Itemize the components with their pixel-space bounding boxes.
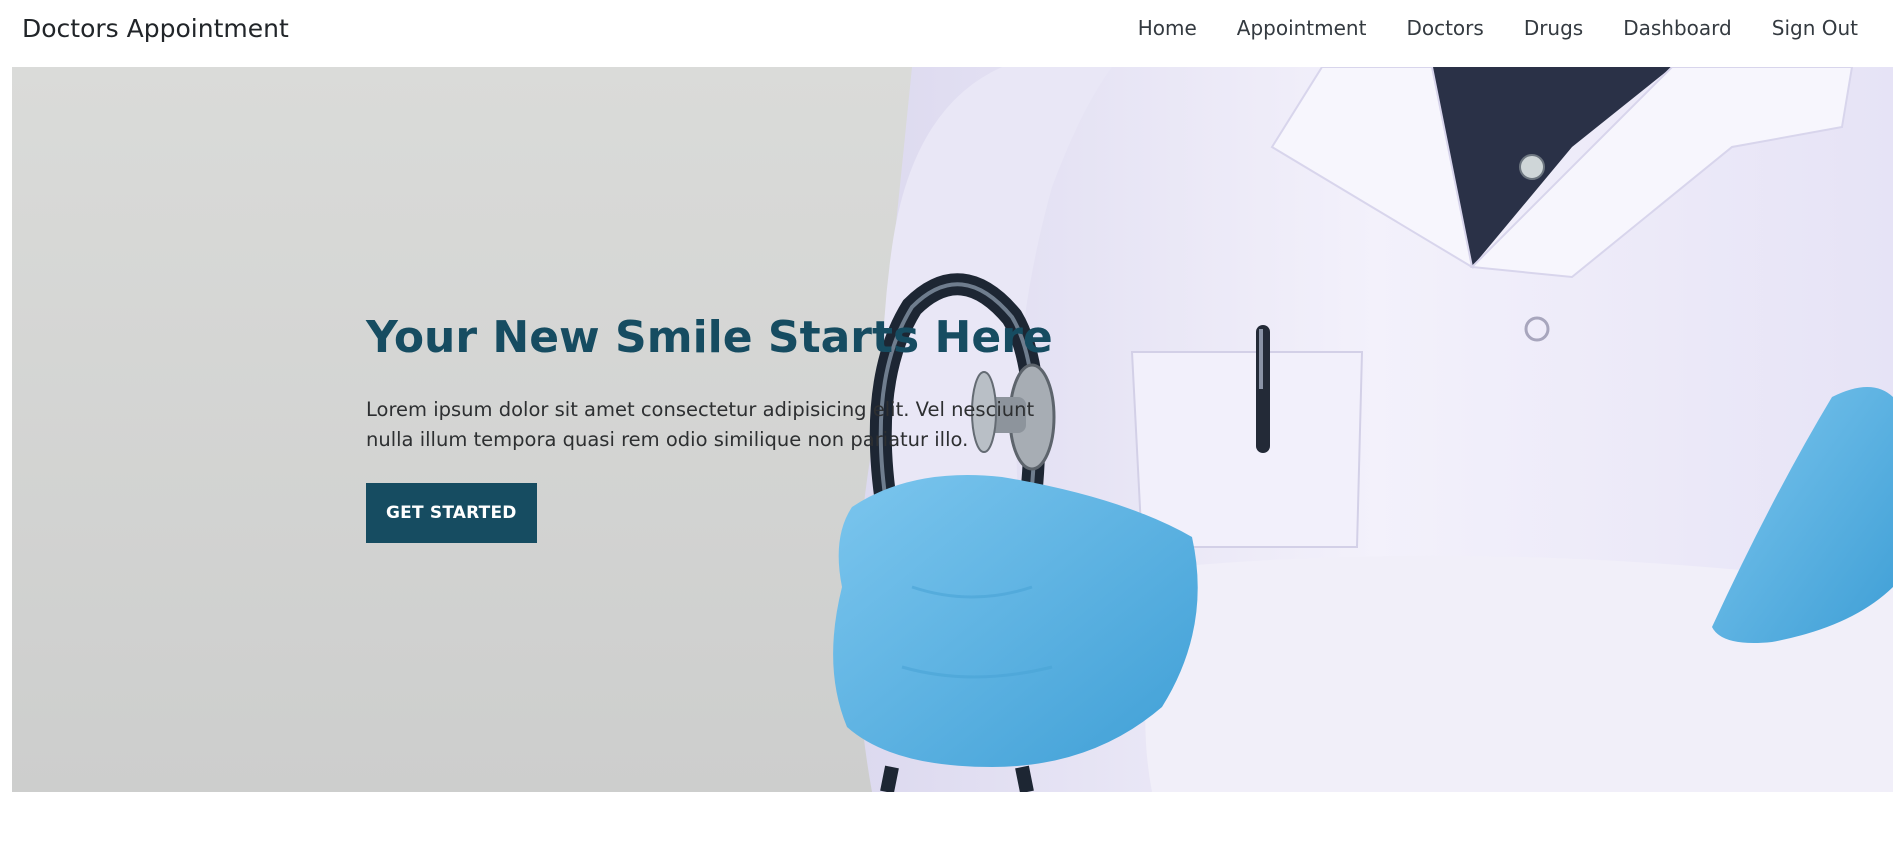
nav-link-sign-out[interactable]: Sign Out: [1752, 16, 1858, 40]
hero-section: Your New Smile Starts Here Lorem ipsum d…: [12, 67, 1893, 792]
hero-description: Lorem ipsum dolor sit amet consectetur a…: [366, 397, 1035, 451]
nav-link-doctors[interactable]: Doctors: [1386, 16, 1503, 40]
get-started-button[interactable]: GET STARTED: [366, 482, 537, 543]
nav-link-home[interactable]: Home: [1118, 16, 1217, 40]
hero-content: Your New Smile Starts Here Lorem ipsum d…: [366, 312, 1086, 543]
nav-link-drugs[interactable]: Drugs: [1504, 16, 1603, 40]
navbar: Doctors Appointment Home Appointment Doc…: [0, 0, 1893, 67]
nav-links: Home Appointment Doctors Drugs Dashboard…: [1118, 16, 1858, 40]
hero-title: Your New Smile Starts Here: [366, 312, 1053, 363]
nav-link-appointment[interactable]: Appointment: [1217, 16, 1387, 40]
nav-link-dashboard[interactable]: Dashboard: [1603, 16, 1752, 40]
brand-link[interactable]: Doctors Appointment: [22, 14, 289, 43]
